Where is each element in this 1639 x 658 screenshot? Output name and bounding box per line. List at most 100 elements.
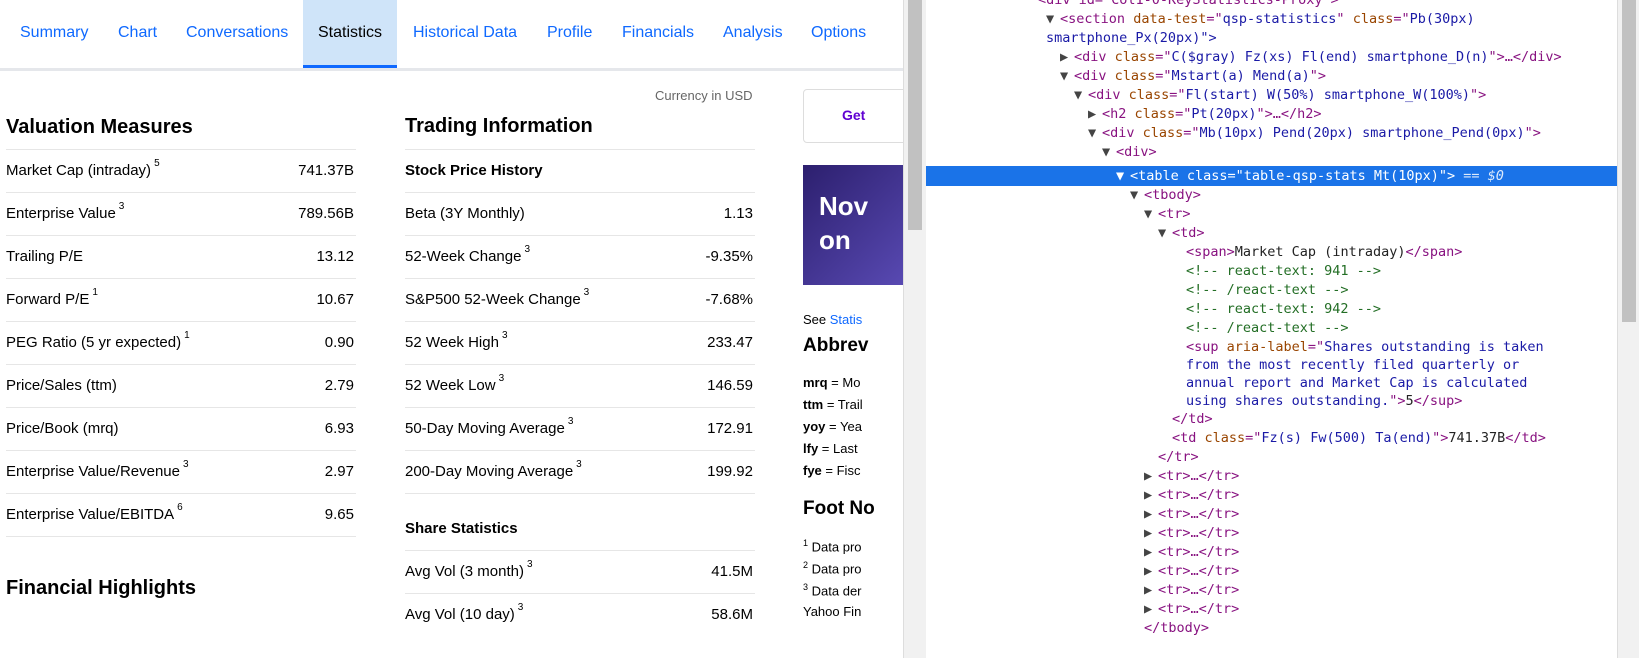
collapse-triangle-icon[interactable]: ▼ <box>1060 66 1074 86</box>
get-button[interactable]: Get <box>803 89 903 143</box>
footnote-marker[interactable]: 3 <box>576 459 582 470</box>
expand-triangle-icon[interactable]: ▶ <box>1144 523 1158 543</box>
expand-triangle-icon[interactable]: ▶ <box>1144 561 1158 581</box>
tab-financials[interactable]: Financials <box>622 0 694 68</box>
footnote-marker[interactable]: 3 <box>502 330 508 341</box>
more-dots-icon[interactable]: ••• <box>928 332 954 352</box>
promo-banner[interactable]: Nov on <box>803 165 903 285</box>
abbreviation-key: mrq <box>803 375 828 390</box>
row-value: 58.6M <box>711 606 753 623</box>
dt-line-div-flstart[interactable]: ▼ <div class="Fl(start) W(50%) smartphone… <box>1074 85 1486 105</box>
financial-highlights-title: Financial Highlights <box>6 577 197 599</box>
dt-collapsed-tr[interactable]: ▶ <tr>…</tr> <box>1144 504 1239 524</box>
footnote-item: 2 Data pro <box>803 560 862 576</box>
dt-line-div-mstart[interactable]: ▼ <div class="Mstart(a) Mend(a)"> <box>1060 66 1326 86</box>
tab-profile[interactable]: Profile <box>547 0 592 68</box>
devtools-scrollbar-thumb[interactable] <box>1622 0 1636 322</box>
collapse-triangle-icon[interactable]: ▼ <box>1074 85 1088 105</box>
dt-comment-3[interactable]: <!-- react-text: 942 --> <box>1186 299 1381 319</box>
dt-line-h2[interactable]: ▶ <h2 class="Pt(20px)">…</h2> <box>1088 104 1321 124</box>
row-label-text: 52 Week High <box>405 334 499 351</box>
page-scrollbar-thumb[interactable] <box>908 0 922 230</box>
dt-line-tr-close[interactable]: </tr> <box>1158 447 1199 467</box>
collapse-triangle-icon[interactable]: ▼ <box>1116 166 1130 186</box>
dt-collapsed-tr[interactable]: ▶ <tr>…</tr> <box>1144 485 1239 505</box>
footnote-marker[interactable]: 3 <box>568 416 574 427</box>
dt-collapsed-tr[interactable]: ▶ <tr>…</tr> <box>1144 580 1239 600</box>
tab-summary[interactable]: Summary <box>20 0 88 68</box>
dt-line-tbody[interactable]: ▼ <tbody> <box>1130 185 1201 205</box>
expand-triangle-icon[interactable]: ▶ <box>1088 104 1102 124</box>
dt-line-section[interactable]: ▼ <section data-test="qsp-statistics" cla… <box>1046 9 1475 29</box>
dt-collapsed-tr[interactable]: ▶ <tr>…</tr> <box>1144 561 1239 581</box>
row-label: Avg Vol (10 day) 3 <box>405 602 523 623</box>
row-value: 146.59 <box>707 377 753 394</box>
expand-triangle-icon[interactable]: ▶ <box>1144 466 1158 486</box>
expand-triangle-icon[interactable]: ▶ <box>1144 580 1158 600</box>
collapse-triangle-icon[interactable]: ▼ <box>1130 185 1144 205</box>
footnote-item: 3 Data der <box>803 582 862 598</box>
collapse-triangle-icon[interactable]: ▼ <box>1144 204 1158 224</box>
dt-comment-1[interactable]: <!-- react-text: 941 --> <box>1186 261 1381 281</box>
dt-line-div[interactable]: ▼ <div> <box>1102 142 1157 162</box>
dt-line-sup[interactable]: <sup aria-label="Shares outstanding is t… <box>1186 337 1544 357</box>
dt-collapsed-tr-text: <tr>…</tr> <box>1158 468 1240 484</box>
footnote-marker[interactable]: 1 <box>92 287 98 298</box>
dt-comment-4[interactable]: <!-- /react-text --> <box>1186 318 1349 338</box>
footnote-marker[interactable]: 3 <box>518 602 524 613</box>
dt-line-td[interactable]: ▼ <td> <box>1158 223 1205 243</box>
dt-collapsed-tr[interactable]: ▶ <tr>…</tr> <box>1144 542 1239 562</box>
expand-triangle-icon[interactable]: ▶ <box>1144 504 1158 524</box>
tab-options[interactable]: Options <box>811 0 866 68</box>
dt-line-span[interactable]: <span>Market Cap (intraday)</span> <box>1186 242 1462 262</box>
dt-line-tr[interactable]: ▼ <tr> <box>1144 204 1191 224</box>
expand-triangle-icon[interactable]: ▶ <box>1144 542 1158 562</box>
table-row: Avg Vol (10 day) 3 58.6M <box>405 593 755 638</box>
footnote-marker[interactable]: 5 <box>154 158 160 169</box>
tab-chart[interactable]: Chart <box>118 0 157 68</box>
footnote-marker[interactable]: 3 <box>183 459 189 470</box>
dt-collapsed-tr[interactable]: ▶ <tr>…</tr> <box>1144 523 1239 543</box>
dt-line-div-gray[interactable]: ▶ <div class="C($gray) Fz(xs) Fl(end) sma… <box>1060 47 1562 67</box>
collapse-triangle-icon[interactable]: ▼ <box>1102 142 1116 162</box>
dt-comment-2[interactable]: <!-- /react-text --> <box>1186 280 1349 300</box>
dt-selected-row[interactable]: ••• ▼ <table class="table-qsp-stats Mt(10… <box>926 166 1617 349</box>
collapse-triangle-icon[interactable]: ▼ <box>1158 223 1172 243</box>
dt-line-td2[interactable]: <td class="Fz(s) Fw(500) Ta(end)">741.37… <box>1172 428 1546 448</box>
tab-statistics[interactable]: Statistics <box>303 0 398 68</box>
footnote-text: Data pro <box>811 561 862 577</box>
row-label: Price/Book (mrq) <box>6 420 119 437</box>
table-row: PEG Ratio (5 yr expected) 1 0.90 <box>6 321 356 366</box>
table-row: Enterprise Value/EBITDA 6 9.65 <box>6 493 356 538</box>
dt-collapsed-tr[interactable]: ▶ <tr>…</tr> <box>1144 466 1239 486</box>
row-label-text: Enterprise Value <box>6 205 116 222</box>
tab-historical-data[interactable]: Historical Data <box>413 0 517 68</box>
dt-collapsed-tr[interactable]: ▶ <tr>…</tr> <box>1144 599 1239 619</box>
dt-line-table[interactable]: ▼ <table class="table-qsp-stats Mt(10px)"… <box>1116 166 1504 186</box>
footnote-marker[interactable]: 3 <box>584 287 590 298</box>
valuation-table-end <box>6 536 356 537</box>
footnote-marker[interactable]: 6 <box>177 502 183 513</box>
collapse-triangle-icon[interactable]: ▼ <box>1046 9 1060 29</box>
footnote-marker[interactable]: 3 <box>119 201 125 212</box>
row-value: 0.90 <box>324 334 354 351</box>
expand-triangle-icon[interactable]: ▶ <box>1060 47 1074 67</box>
expand-triangle-icon[interactable]: ▶ <box>1144 485 1158 505</box>
page-scrollbar[interactable] <box>903 0 926 658</box>
footnote-marker[interactable]: 1 <box>184 330 190 341</box>
footnote-marker[interactable]: 3 <box>524 244 530 255</box>
dt-line-tbody-close[interactable]: </tbody> <box>1144 618 1209 638</box>
footnote-marker[interactable]: 3 <box>527 559 533 570</box>
expand-triangle-icon[interactable]: ▶ <box>1144 599 1158 619</box>
row-label-text: S&P500 52-Week Change <box>405 291 581 308</box>
dt-line-td-close[interactable]: </td> <box>1172 409 1213 429</box>
statistics-link[interactable]: Statis <box>830 312 863 327</box>
tab-conversations[interactable]: Conversations <box>186 0 288 68</box>
footnote-marker[interactable]: 3 <box>499 373 505 384</box>
row-label: Beta (3Y Monthly) <box>405 205 525 222</box>
row-label-text: Forward P/E <box>6 291 90 308</box>
devtools-scrollbar[interactable] <box>1617 0 1639 658</box>
collapse-triangle-icon[interactable]: ▼ <box>1088 123 1102 143</box>
dt-line-div-mb[interactable]: ▼ <div class="Mb(10px) Pend(20px) smartph… <box>1088 123 1541 143</box>
tab-analysis[interactable]: Analysis <box>723 0 783 68</box>
